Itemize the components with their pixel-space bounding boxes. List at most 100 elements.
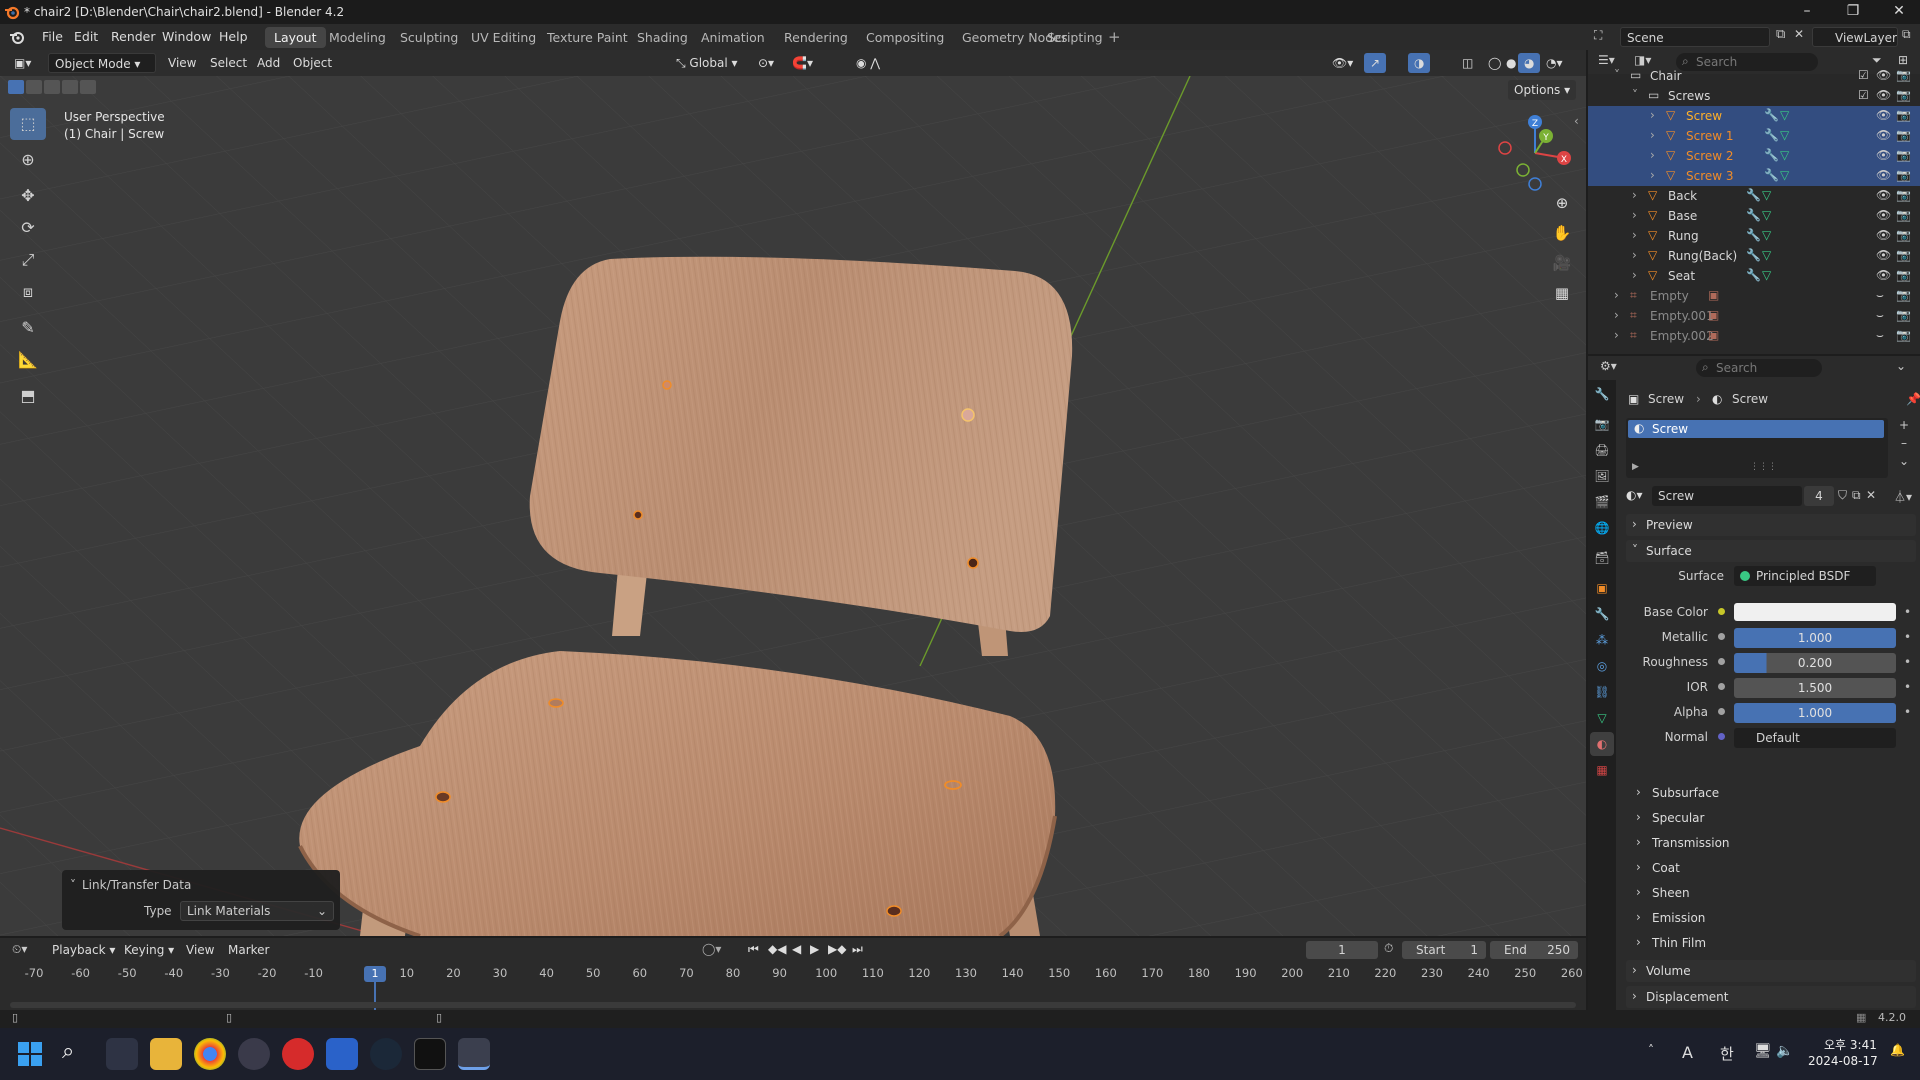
eye-icon[interactable]: 👁 xyxy=(1876,128,1891,142)
object-tab-icon[interactable]: ▣ xyxy=(1590,576,1614,600)
particles-tab-icon[interactable]: ⁂ xyxy=(1590,628,1614,652)
render-camera-icon[interactable]: 📷 xyxy=(1896,288,1911,302)
rendered-shading-icon[interactable]: ◔▾ xyxy=(1540,53,1569,73)
select-subtract-icon[interactable] xyxy=(44,80,60,94)
select-intersect-icon[interactable] xyxy=(80,80,96,94)
select-extend-icon[interactable] xyxy=(26,80,42,94)
media-player-icon[interactable] xyxy=(238,1038,270,1070)
link-slot-icon[interactable]: ⏃▾ xyxy=(1894,488,1912,505)
search-icon[interactable]: ⌕ xyxy=(62,1039,74,1064)
gizmo-toggle-icon[interactable]: ↗ xyxy=(1364,53,1387,73)
eye-icon[interactable]: 👁 xyxy=(1876,228,1891,242)
workspace-tab[interactable]: Layout xyxy=(265,27,326,48)
outliner-row[interactable]: › ▽ Screw 3 🔧 ▽ 👁 📷 xyxy=(1588,166,1920,186)
duplicate-material-icon[interactable]: ⧉ xyxy=(1852,488,1861,503)
checkbox-icon[interactable]: ☑ xyxy=(1858,68,1869,82)
steam-icon[interactable] xyxy=(370,1038,402,1070)
eye-icon[interactable]: 👁 xyxy=(1876,208,1891,222)
ime-hangul-indicator[interactable]: 한 xyxy=(1720,1043,1734,1064)
hidden-eye-icon[interactable]: ⌣ xyxy=(1876,308,1884,323)
modifier-wrench-icon[interactable]: 🔧 xyxy=(1764,168,1779,182)
user-count-badge[interactable]: 4 xyxy=(1804,486,1834,506)
windows-start-icon[interactable] xyxy=(18,1042,42,1066)
mesh-data-icon[interactable]: ▽ xyxy=(1762,188,1771,202)
modifier-tab-icon[interactable]: 🔧 xyxy=(1590,602,1614,626)
screw-marker[interactable] xyxy=(435,791,451,803)
modifier-wrench-icon[interactable]: 🔧 xyxy=(1746,228,1761,242)
terminal-icon[interactable] xyxy=(414,1038,446,1070)
input-socket-icon[interactable] xyxy=(1718,708,1725,715)
chevron-right-icon[interactable]: › xyxy=(1632,228,1637,242)
material-slot[interactable]: ◐ Screw xyxy=(1628,420,1884,438)
chevron-right-icon[interactable]: › xyxy=(1614,288,1619,302)
outliner-row[interactable]: › ⌗ Empty ▣ ⌣ 📷 xyxy=(1588,286,1920,306)
clock-time[interactable]: 오후 3:41 xyxy=(1824,1036,1877,1053)
render-camera-icon[interactable]: 📷 xyxy=(1896,108,1911,122)
mesh-data-icon[interactable]: ▽ xyxy=(1762,208,1771,222)
outliner-row[interactable]: › ▽ Screw 🔧 ▽ 👁 📷 xyxy=(1588,106,1920,126)
output-tab-icon[interactable]: 🖨 xyxy=(1590,438,1614,462)
workspace-tab[interactable]: Sculpting xyxy=(391,27,467,48)
network-icon[interactable]: 🖥 xyxy=(1754,1043,1772,1059)
hidden-eye-icon[interactable]: ⌣ xyxy=(1876,328,1884,343)
chevron-right-icon[interactable]: › xyxy=(1650,128,1655,142)
outliner-row[interactable]: › ⌗ Empty.002 ▣ ⌣ 📷 xyxy=(1588,326,1920,346)
collection-tab-icon[interactable]: 🗃 xyxy=(1590,546,1614,570)
new-view-layer-icon[interactable]: ⧉ xyxy=(1902,27,1911,42)
chevron-down-icon[interactable]: ⌄ xyxy=(1896,359,1906,373)
render-camera-icon[interactable]: 📷 xyxy=(1896,328,1911,342)
eye-icon[interactable]: 👁 xyxy=(1876,148,1891,162)
physics-tab-icon[interactable]: ◎ xyxy=(1590,654,1614,678)
chevron-right-icon[interactable]: › xyxy=(1650,148,1655,162)
transform-tool-icon[interactable]: ⧈ xyxy=(10,276,46,308)
eye-icon[interactable]: 👁 xyxy=(1876,268,1891,282)
eye-icon[interactable]: 👁 xyxy=(1876,188,1891,202)
editor-app-icon[interactable] xyxy=(326,1038,358,1070)
chrome-icon[interactable] xyxy=(194,1038,226,1070)
chevron-right-icon[interactable]: › xyxy=(1632,208,1637,222)
chevron-down-icon[interactable]: ˅ xyxy=(1632,88,1638,102)
chevron-right-icon[interactable]: › xyxy=(1614,308,1619,322)
editor-type-icon[interactable]: ▣▾ xyxy=(8,53,37,73)
subpanel-header[interactable]: › Thin Film xyxy=(1626,932,1916,954)
playhead-frame-badge[interactable]: 1 xyxy=(364,966,386,982)
input-socket-icon[interactable] xyxy=(1718,683,1725,690)
render-camera-icon[interactable]: 📷 xyxy=(1896,128,1911,142)
render-camera-icon[interactable]: 📷 xyxy=(1896,248,1911,262)
chevron-right-icon[interactable]: › xyxy=(1632,188,1637,202)
close-window-button[interactable]: ✕ xyxy=(1876,0,1920,24)
modifier-wrench-icon[interactable]: 🔧 xyxy=(1746,268,1761,282)
modifier-wrench-icon[interactable]: 🔧 xyxy=(1764,108,1779,122)
outliner-row[interactable]: › ▽ Screw 1 🔧 ▽ 👁 📷 xyxy=(1588,126,1920,146)
new-scene-icon[interactable]: ⧉ xyxy=(1776,27,1785,42)
subpanel-header[interactable]: › Subsurface xyxy=(1626,782,1916,804)
select-new-icon[interactable] xyxy=(8,80,24,94)
cursor-tool-icon[interactable]: ⊕ xyxy=(10,144,46,176)
view-menu[interactable]: View xyxy=(162,53,202,73)
outliner-row[interactable]: › ▽ Rung(Back) 🔧 ▽ 👁 📷 xyxy=(1588,246,1920,266)
property-number-field[interactable]: 1.500 xyxy=(1734,678,1896,698)
texture-tab-icon[interactable]: ▦ xyxy=(1590,758,1614,782)
pin-icon[interactable]: 📌 xyxy=(1906,392,1920,406)
rotate-tool-icon[interactable]: ⟳ xyxy=(10,212,46,244)
modifier-wrench-icon[interactable]: 🔧 xyxy=(1764,128,1779,142)
pan-hand-icon[interactable]: ✋ xyxy=(1550,224,1574,254)
outliner-row[interactable]: › ▽ Screw 2 🔧 ▽ 👁 📷 xyxy=(1588,146,1920,166)
type-dropdown[interactable]: Link Materials ⌄ xyxy=(180,901,334,921)
select-invert-icon[interactable] xyxy=(62,80,78,94)
menu-item[interactable]: Window xyxy=(154,27,219,46)
measure-tool-icon[interactable]: 📐 xyxy=(10,344,46,376)
mesh-data-icon[interactable]: ▽ xyxy=(1762,248,1771,262)
delete-scene-icon[interactable]: ✕ xyxy=(1794,27,1804,41)
chevron-down-icon[interactable]: ˅ xyxy=(1614,68,1620,82)
keyframe-dot-icon[interactable]: • xyxy=(1904,680,1911,694)
volume-panel-header[interactable]: › Volume xyxy=(1626,960,1916,982)
object-menu[interactable]: Object xyxy=(287,53,338,73)
world-tab-icon[interactable]: 🌐 xyxy=(1590,516,1614,540)
preview-panel-header[interactable]: › Preview xyxy=(1626,514,1916,536)
screw-marker[interactable] xyxy=(961,408,975,422)
add-cube-tool-icon[interactable]: ⬒ xyxy=(10,380,46,412)
blender-menu-icon[interactable] xyxy=(8,29,26,45)
property-slider[interactable]: 0.200 xyxy=(1734,653,1896,673)
proportional-edit-icon[interactable]: ◉ ⋀ xyxy=(850,53,886,73)
